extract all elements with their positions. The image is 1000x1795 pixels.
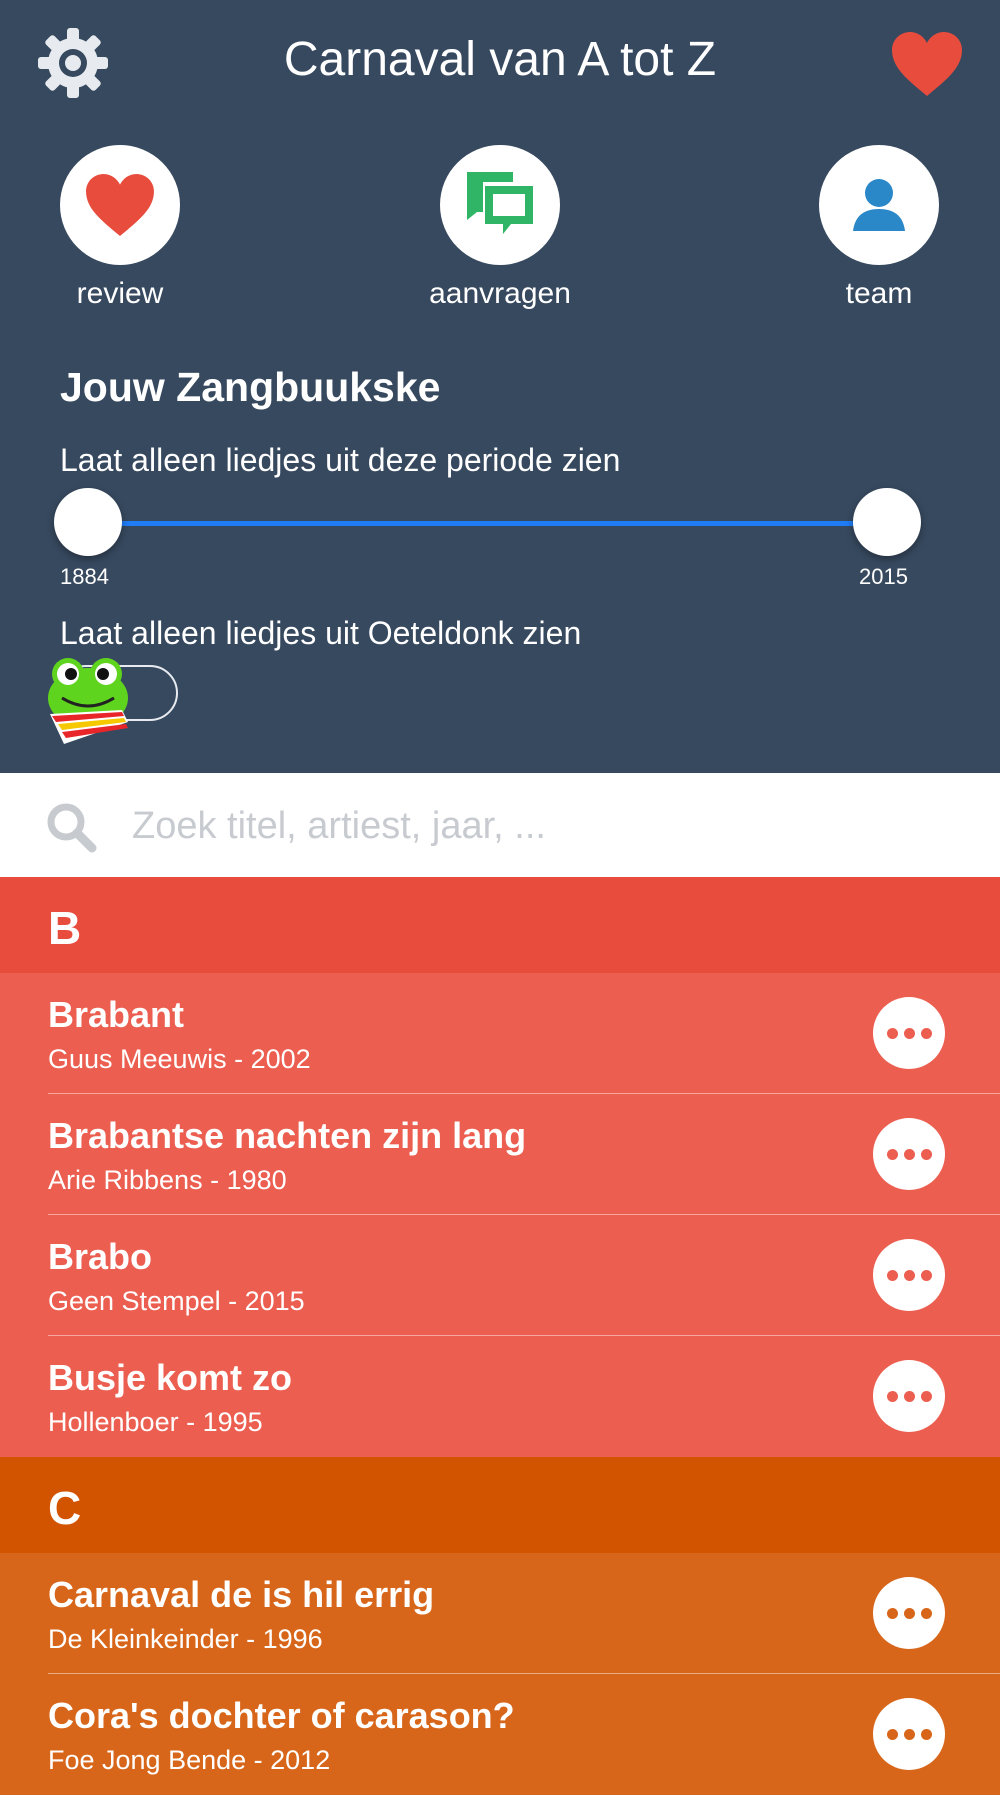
person-icon [853, 179, 905, 231]
song-title: Cora's dochter of carason? [48, 1695, 515, 1736]
song-title: Brabant [48, 994, 185, 1035]
review-label: review [76, 277, 164, 310]
list-item[interactable]: Busje komt zo Hollenboer - 1995 [0, 1336, 1000, 1457]
period-slider-track[interactable] [88, 521, 888, 526]
song-title: Busje komt zo [48, 1357, 293, 1398]
song-list: B Brabant Guus Meeuwis - 2002 Brabantse … [0, 877, 1000, 1795]
period-filter-label: Laat alleen liedjes uit deze periode zie… [60, 442, 621, 478]
more-options-button[interactable] [873, 1577, 945, 1649]
list-item[interactable]: Brabantse nachten zijn lang Arie Ribbens… [0, 1094, 1000, 1215]
search-input[interactable] [130, 795, 954, 857]
more-options-button[interactable] [873, 1118, 945, 1190]
period-slider-max-handle[interactable] [853, 488, 921, 556]
period-min-value: 1884 [60, 564, 109, 589]
section-title: Jouw Zangbuukske [60, 364, 441, 410]
more-options-button[interactable] [873, 997, 945, 1069]
aanvragen-label: aanvragen [429, 277, 571, 310]
song-title: Carnaval de is hil errig [48, 1574, 435, 1615]
list-item[interactable]: Carnaval de is hil errig De Kleinkeinder… [0, 1553, 1000, 1674]
list-item[interactable]: Brabant Guus Meeuwis - 2002 [0, 973, 1000, 1094]
period-slider-min-handle[interactable] [54, 488, 122, 556]
search-bar [0, 773, 1000, 877]
frog-icon[interactable] [42, 652, 138, 748]
header-panel: Carnaval van A tot Z review aanvragen te… [0, 0, 1000, 773]
review-button[interactable] [60, 145, 180, 265]
group-letter: C [48, 1482, 82, 1534]
song-subtitle: Hollenboer - 1995 [48, 1407, 263, 1437]
song-title: Brabantse nachten zijn lang [48, 1115, 527, 1156]
more-options-button[interactable] [873, 1698, 945, 1770]
list-item[interactable]: Brabo Geen Stempel - 2015 [0, 1215, 1000, 1336]
period-max-value: 2015 [859, 564, 908, 589]
group-header-c: C [0, 1457, 1000, 1553]
song-subtitle: Foe Jong Bende - 2012 [48, 1745, 331, 1775]
song-subtitle: Arie Ribbens - 1980 [48, 1165, 287, 1195]
more-options-button[interactable] [873, 1360, 945, 1432]
search-icon [47, 803, 97, 853]
team-button[interactable] [819, 145, 939, 265]
group-letter: B [48, 902, 82, 954]
more-options-button[interactable] [873, 1239, 945, 1311]
group-header-b: B [0, 877, 1000, 973]
song-subtitle: Guus Meeuwis - 2002 [48, 1044, 311, 1074]
song-title: Brabo [48, 1236, 153, 1277]
list-item[interactable]: Cora's dochter of carason? Foe Jong Bend… [0, 1674, 1000, 1795]
app-title: Carnaval van A tot Z [283, 33, 717, 86]
chat-bubbles-icon [467, 172, 533, 234]
team-label: team [845, 277, 913, 310]
heart-icon[interactable] [890, 30, 964, 98]
song-subtitle: De Kleinkeinder - 1996 [48, 1624, 323, 1654]
aanvragen-button[interactable] [440, 145, 560, 265]
oeteldonk-filter-label: Laat alleen liedjes uit Oeteldonk zien [60, 615, 582, 651]
heart-icon [86, 173, 154, 237]
song-subtitle: Geen Stempel - 2015 [48, 1286, 305, 1316]
